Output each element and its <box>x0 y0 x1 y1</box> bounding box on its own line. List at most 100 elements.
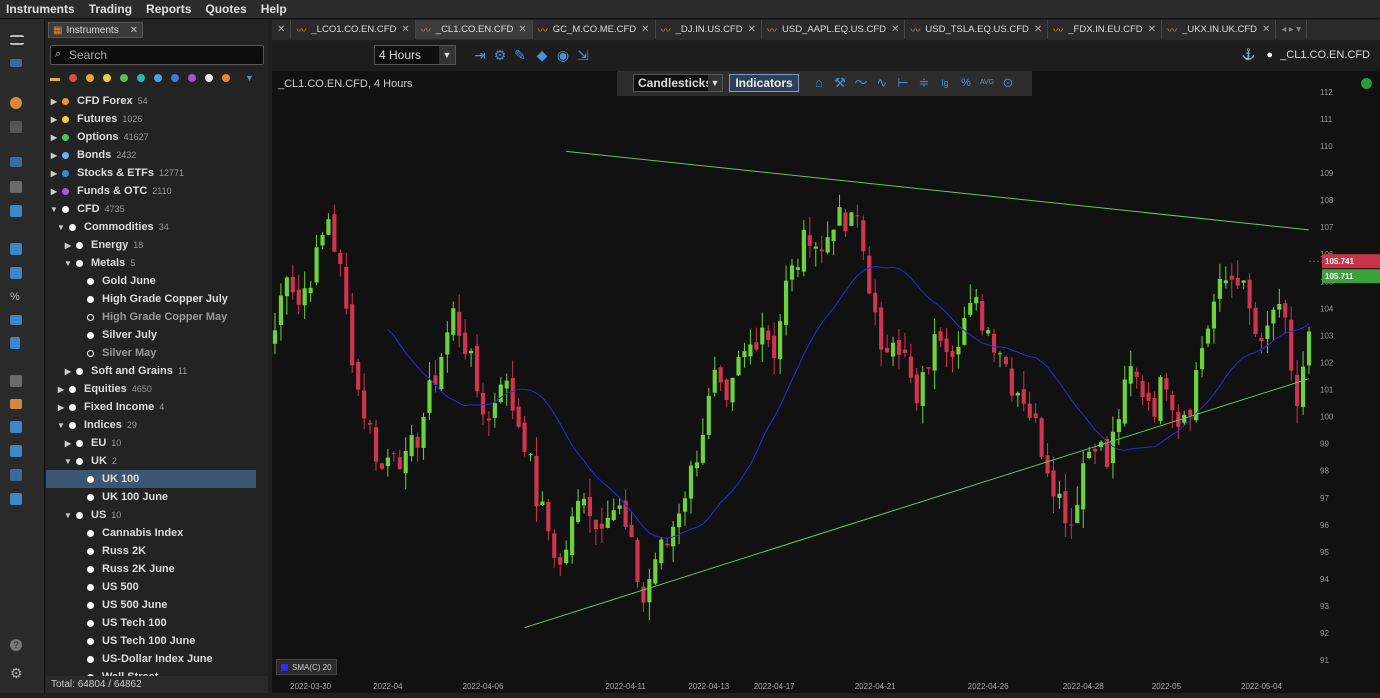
bracket-icon[interactable]: ⊢ <box>895 75 911 91</box>
collapse-arrow-icon[interactable]: ▼ <box>50 205 58 214</box>
tree-item[interactable]: ▶ CFD Forex 54 <box>46 92 256 110</box>
tree-item[interactable]: Silver July <box>46 326 256 344</box>
portfolio-icon[interactable] <box>10 243 22 255</box>
percent-scale-icon[interactable]: % <box>958 75 974 91</box>
collapse-arrow-icon[interactable]: ▼ <box>64 259 72 268</box>
layers-icon[interactable] <box>10 445 22 457</box>
tree-item[interactable]: High Grade Copper May <box>46 308 256 326</box>
close-icon[interactable]: ✕ <box>518 24 526 35</box>
anchor-icon[interactable]: ⚓ <box>1242 49 1256 61</box>
collapse-arrow-icon[interactable]: ▼ <box>57 223 65 232</box>
expand-arrow-icon[interactable]: ▶ <box>64 241 72 250</box>
toggle-icon[interactable] <box>10 59 22 67</box>
close-icon[interactable]: ✕ <box>641 24 649 35</box>
target-icon[interactable]: ⊙ <box>1000 75 1016 91</box>
tree-item[interactable]: UK 100 <box>46 470 256 488</box>
chart-tab[interactable]: 〰 _DJ.IN.US.CFD ✕ <box>656 20 762 39</box>
chart-tab[interactable]: 〰 _CL1.CO.EN.CFD ✕ <box>415 20 533 39</box>
indicators-button[interactable]: Indicators <box>729 74 799 92</box>
tree-item[interactable]: ▶ Fixed Income 4 <box>46 398 256 416</box>
instruments-tab[interactable]: ▦ Instruments ✕ <box>48 22 143 38</box>
close-tab-button[interactable]: ✕ <box>272 20 292 39</box>
expand-arrow-icon[interactable]: ▶ <box>57 403 65 412</box>
color-filter-dot[interactable] <box>120 74 128 82</box>
tree-item[interactable]: Cannabis Index <box>46 524 256 542</box>
tree-item[interactable]: ▶ Futures 1026 <box>46 110 256 128</box>
search-input[interactable]: ⌕ Search <box>50 45 264 65</box>
chart-tab[interactable]: 〰 _UKX.IN.UK.CFD ✕ <box>1162 20 1277 39</box>
line-chart-icon[interactable]: 〜 <box>853 75 869 91</box>
expand-arrow-icon[interactable]: ▶ <box>50 133 58 142</box>
color-filter-dot[interactable] <box>222 74 230 82</box>
price-chart[interactable]: 9192939495969798991001011021031041051061… <box>272 71 1380 693</box>
pencil-icon[interactable]: ✎ <box>512 47 528 63</box>
tree-item[interactable]: High Grade Copper July <box>46 290 256 308</box>
tree-item[interactable]: ▶ Equities 4650 <box>46 380 256 398</box>
menu-item-reports[interactable]: Reports <box>140 0 199 18</box>
color-filter-dot[interactable] <box>205 74 213 82</box>
calculator-icon[interactable] <box>10 421 22 433</box>
tree-item[interactable]: Gold June <box>46 272 256 290</box>
expand-arrow-icon[interactable]: ▶ <box>50 115 58 124</box>
collapse-arrow-icon[interactable]: ▼ <box>57 421 65 430</box>
menu-item-quotes[interactable]: Quotes <box>199 0 254 18</box>
color-filter-dot[interactable] <box>103 74 111 82</box>
account-icon[interactable] <box>10 205 22 217</box>
expand-arrow-icon[interactable]: ▶ <box>50 97 58 106</box>
close-icon[interactable]: ✕ <box>891 24 899 35</box>
briefcase-icon[interactable] <box>10 267 22 279</box>
collapse-menu-icon[interactable] <box>10 35 24 45</box>
tree-item[interactable]: ▶ Energy 18 <box>46 236 256 254</box>
tree-item[interactable]: US-Dollar Index June <box>46 650 256 668</box>
trend-icon[interactable]: ∿ <box>874 75 890 91</box>
color-filter-dot[interactable] <box>154 74 162 82</box>
edit-icon[interactable] <box>10 181 22 193</box>
instruments-icon[interactable] <box>10 97 22 109</box>
tree-item[interactable]: ▶ Options 41627 <box>46 128 256 146</box>
tools-icon[interactable]: ⚒ <box>832 75 848 91</box>
tree-item[interactable]: ▶ Soft and Grains 11 <box>46 362 256 380</box>
help-icon[interactable]: ? <box>10 639 22 651</box>
chart-tab[interactable]: 〰 GC_M.CO.ME.CFD ✕ <box>533 20 656 39</box>
color-filter-dot[interactable] <box>171 74 179 82</box>
tree-item[interactable]: ▶ Bonds 2432 <box>46 146 256 164</box>
close-icon[interactable]: ✕ <box>1262 24 1270 35</box>
color-filter-dot[interactable] <box>69 74 77 82</box>
close-icon[interactable]: ✕ <box>748 24 756 35</box>
chart-tab[interactable]: 〰 _LCO1.CO.EN.CFD ✕ <box>291 20 416 39</box>
close-icon[interactable]: ✕ <box>130 25 138 36</box>
eraser-icon[interactable]: ◆ <box>534 47 550 63</box>
transfer-icon[interactable] <box>10 315 22 325</box>
tree-item[interactable]: UK 100 June <box>46 488 256 506</box>
tree-item[interactable]: ▼ Metals 5 <box>46 254 256 272</box>
orders-icon[interactable] <box>10 157 22 167</box>
settings-icon[interactable]: ⚙ <box>492 47 508 63</box>
split-icon[interactable]: ≑ <box>916 75 932 91</box>
export-icon[interactable]: ⇲ <box>575 47 591 63</box>
tree-item[interactable]: ▼ Commodities 34 <box>46 218 256 236</box>
expand-arrow-icon[interactable]: ▶ <box>64 439 72 448</box>
tree-item[interactable]: ▼ CFD 4735 <box>46 200 256 218</box>
filter-icon[interactable]: ▼ <box>245 73 254 83</box>
close-icon[interactable]: ✕ <box>1034 24 1042 35</box>
document-icon[interactable] <box>10 337 20 349</box>
grid-icon[interactable] <box>10 493 22 505</box>
chart-type-select[interactable]: Candlesticks ▼ <box>633 74 723 92</box>
color-filter-dot[interactable] <box>86 74 94 82</box>
eye-icon[interactable]: ◉ <box>555 47 571 63</box>
scatter-icon[interactable] <box>10 469 22 481</box>
expand-arrow-icon[interactable]: ▶ <box>50 187 58 196</box>
settings-gear-icon[interactable]: ⚙ <box>10 665 28 681</box>
tree-item[interactable]: ▶ EU 10 <box>46 434 256 452</box>
tree-item[interactable]: US 500 <box>46 578 256 596</box>
expand-arrow-icon[interactable]: ▶ <box>64 367 72 376</box>
tree-item[interactable]: Russ 2K <box>46 542 256 560</box>
chart-icon[interactable] <box>10 399 22 409</box>
tree-item[interactable]: ▶ Stocks & ETFs 12771 <box>46 164 256 182</box>
tree-item[interactable]: US Tech 100 <box>46 614 256 632</box>
chart-tab[interactable]: 〰 _FDX.IN.EU.CFD ✕ <box>1048 20 1163 39</box>
crosshair-icon[interactable]: ⇥ <box>472 47 488 63</box>
tree-item[interactable]: Silver May <box>46 344 256 362</box>
color-filter-dot[interactable] <box>137 74 145 82</box>
tree-item[interactable]: US Tech 100 June <box>46 632 256 650</box>
